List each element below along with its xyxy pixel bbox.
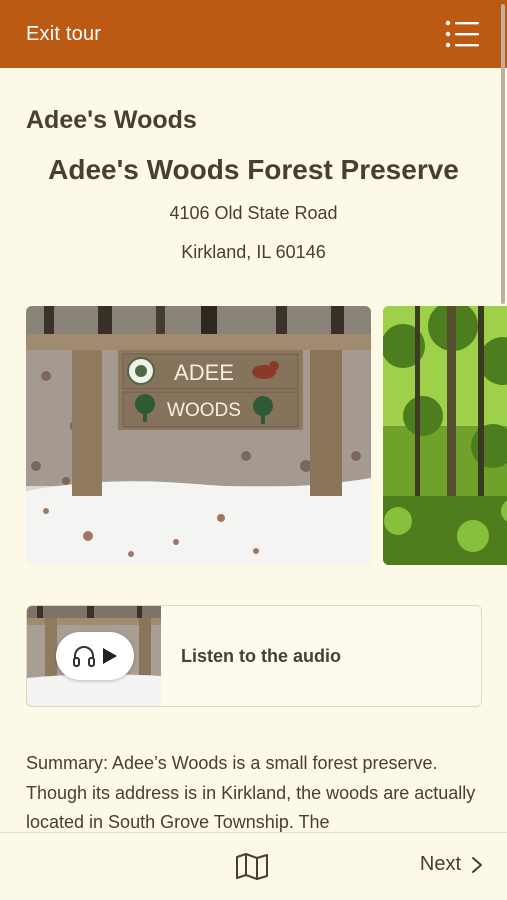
play-icon	[103, 648, 117, 664]
gallery-photo-forest[interactable]	[383, 306, 507, 565]
sign-photo-image: ADEE WOODS	[26, 306, 371, 565]
next-label: Next	[419, 853, 461, 875]
tour-stop-content[interactable]: Adee's Woods Adee's Woods Forest Preserv…	[0, 68, 507, 832]
list-menu-icon[interactable]	[445, 19, 481, 49]
gallery-photo-sign[interactable]: ADEE WOODS	[26, 306, 371, 565]
top-bar: Exit tour	[0, 0, 507, 68]
audio-thumbnail	[27, 606, 161, 706]
chevron-right-icon	[472, 856, 482, 873]
sign-text-woods: WOODS	[167, 400, 241, 421]
next-button[interactable]: Next	[420, 853, 483, 876]
listen-audio-card[interactable]: Listen to the audio	[26, 605, 482, 707]
headphones-icon	[73, 646, 95, 667]
address-line-1: 4106 Old State Road	[169, 203, 338, 223]
map-icon[interactable]	[235, 852, 269, 880]
listen-audio-label: Listen to the audio	[181, 646, 341, 666]
photo-gallery[interactable]: ADEE WOODS	[26, 306, 507, 566]
forest-photo-image	[383, 306, 507, 565]
site-name: Adee's Woods	[26, 106, 197, 134]
play-audio-button[interactable]	[56, 632, 134, 680]
exit-tour-button[interactable]: Exit tour	[26, 23, 101, 46]
scrollbar[interactable]	[501, 4, 505, 304]
bottom-nav-bar: Next	[0, 832, 507, 900]
sign-text-adee: ADEE	[174, 360, 234, 385]
summary-text: Summary: Adee’s Woods is a small forest …	[26, 753, 476, 832]
address-line-2: Kirkland, IL 60146	[181, 242, 326, 262]
page-title: Adee's Woods Forest Preserve	[48, 154, 459, 185]
